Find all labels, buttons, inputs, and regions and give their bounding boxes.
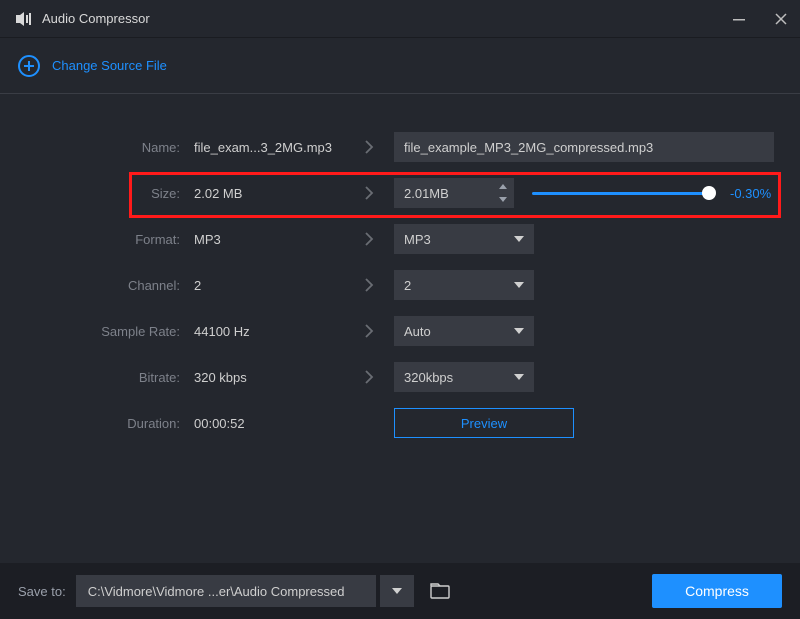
size-percent: -0.30% (730, 186, 771, 201)
row-duration: Duration: 00:00:52 Preview (20, 400, 780, 446)
minimize-button[interactable] (728, 8, 750, 30)
arrow-icon (364, 232, 394, 246)
save-path-dropdown[interactable] (380, 575, 414, 607)
original-format: MP3 (194, 232, 364, 247)
row-format: Format: MP3 MP3 (20, 216, 780, 262)
output-name-input[interactable]: file_example_MP3_2MG_compressed.mp3 (394, 132, 774, 162)
save-to-label: Save to: (18, 584, 66, 599)
open-folder-button[interactable] (428, 579, 452, 603)
original-channel: 2 (194, 278, 364, 293)
label-channel: Channel: (20, 278, 194, 293)
size-step-down[interactable] (495, 193, 511, 206)
footer: Save to: C:\Vidmore\Vidmore ...er\Audio … (0, 563, 800, 619)
title-bar: Audio Compressor (0, 0, 800, 38)
format-value: MP3 (404, 232, 431, 247)
label-duration: Duration: (20, 416, 194, 431)
original-sample-rate: 44100 Hz (194, 324, 364, 339)
output-name-value: file_example_MP3_2MG_compressed.mp3 (404, 140, 653, 155)
original-size: 2.02 MB (194, 186, 364, 201)
row-bitrate: Bitrate: 320 kbps 320kbps (20, 354, 780, 400)
sample-rate-value: Auto (404, 324, 431, 339)
arrow-icon (364, 370, 394, 384)
target-size-value: 2.01MB (404, 186, 449, 201)
change-source-row: Change Source File (0, 38, 800, 94)
change-source-link[interactable]: Change Source File (52, 58, 167, 73)
close-button[interactable] (770, 8, 792, 30)
label-size: Size: (20, 186, 194, 201)
row-name: Name: file_exam...3_2MG.mp3 file_example… (20, 124, 780, 170)
row-size: Size: 2.02 MB 2.01MB -0.30% (20, 170, 780, 216)
compress-button[interactable]: Compress (652, 574, 782, 608)
arrow-icon (364, 324, 394, 338)
label-bitrate: Bitrate: (20, 370, 194, 385)
label-name: Name: (20, 140, 194, 155)
row-channel: Channel: 2 2 (20, 262, 780, 308)
add-icon[interactable] (18, 55, 40, 77)
window-title: Audio Compressor (42, 11, 150, 26)
channel-select[interactable]: 2 (394, 270, 534, 300)
arrow-icon (364, 140, 394, 154)
app-icon (14, 12, 32, 26)
size-step-up[interactable] (495, 180, 511, 193)
label-format: Format: (20, 232, 194, 247)
save-path-field[interactable]: C:\Vidmore\Vidmore ...er\Audio Compresse… (76, 575, 376, 607)
bitrate-select[interactable]: 320kbps (394, 362, 534, 392)
save-path-value: C:\Vidmore\Vidmore ...er\Audio Compresse… (88, 584, 345, 599)
sample-rate-select[interactable]: Auto (394, 316, 534, 346)
size-slider[interactable] (532, 183, 712, 203)
chevron-down-icon (514, 282, 524, 288)
original-bitrate: 320 kbps (194, 370, 364, 385)
channel-value: 2 (404, 278, 411, 293)
chevron-down-icon (514, 374, 524, 380)
chevron-down-icon (392, 588, 402, 594)
arrow-icon (364, 278, 394, 292)
target-size-input[interactable]: 2.01MB (394, 178, 514, 208)
format-select[interactable]: MP3 (394, 224, 534, 254)
slider-thumb[interactable] (702, 186, 716, 200)
original-duration: 00:00:52 (194, 416, 364, 431)
original-name: file_exam...3_2MG.mp3 (194, 140, 364, 155)
chevron-down-icon (514, 236, 524, 242)
settings-form: Name: file_exam...3_2MG.mp3 file_example… (0, 94, 800, 446)
window-controls (728, 0, 792, 38)
arrow-icon (364, 186, 394, 200)
chevron-down-icon (514, 328, 524, 334)
row-sample-rate: Sample Rate: 44100 Hz Auto (20, 308, 780, 354)
bitrate-value: 320kbps (404, 370, 453, 385)
preview-button[interactable]: Preview (394, 408, 574, 438)
label-sample-rate: Sample Rate: (20, 324, 194, 339)
